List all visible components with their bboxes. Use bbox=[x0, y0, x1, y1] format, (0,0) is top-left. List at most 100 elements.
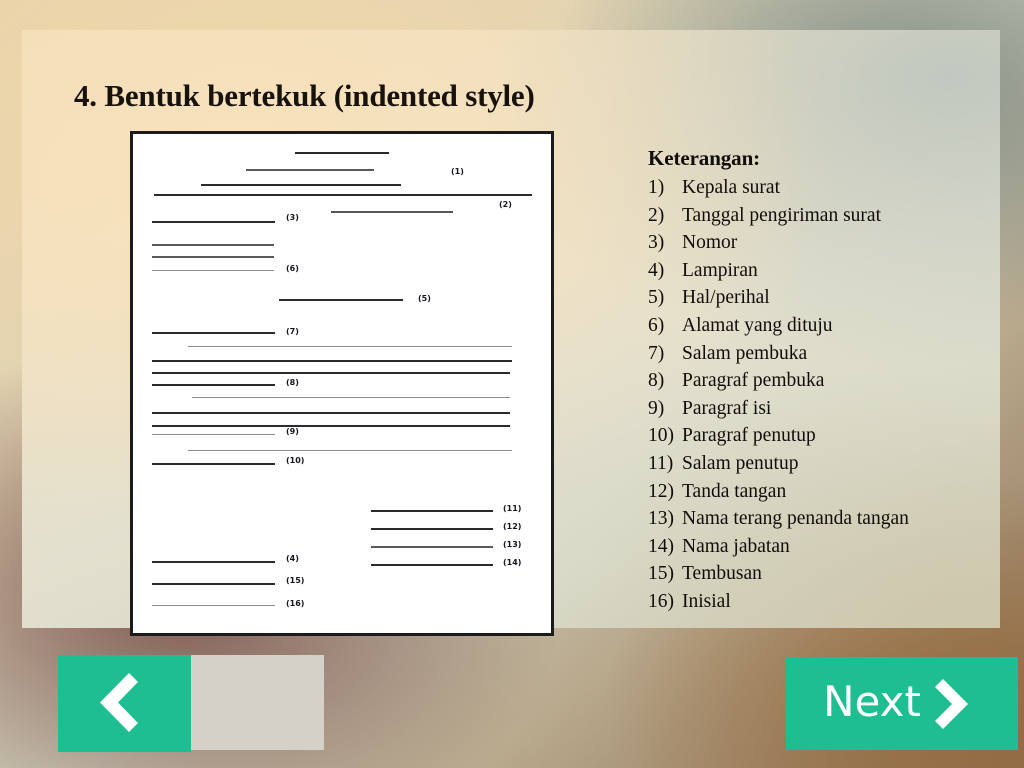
diagram-rule bbox=[152, 463, 275, 465]
diagram-rule bbox=[371, 564, 493, 566]
nav-placeholder-panel bbox=[191, 655, 324, 750]
list-item-number: 10) bbox=[648, 425, 674, 447]
list-item-label: Tanda tangan bbox=[682, 480, 787, 502]
list-item-label: Nama terang penanda tangan bbox=[682, 508, 909, 530]
diagram-rule bbox=[295, 152, 389, 154]
diagram-marker-3: (3) bbox=[286, 213, 299, 222]
diagram-rule bbox=[152, 244, 274, 246]
diagram-marker-11: (11) bbox=[503, 504, 522, 513]
diagram-marker-2: (2) bbox=[499, 200, 512, 209]
diagram-rule bbox=[154, 194, 532, 196]
list-item-number: 8) bbox=[648, 370, 665, 392]
list-item: 15) Tembusan bbox=[648, 560, 994, 588]
list-item-label: Tembusan bbox=[682, 563, 762, 585]
list-item: 6) Alamat yang dituju bbox=[648, 312, 994, 340]
list-item: 14) Nama jabatan bbox=[648, 533, 994, 561]
list-item-label: Nomor bbox=[682, 232, 738, 254]
list-item-number: 14) bbox=[648, 535, 674, 557]
diagram-rule bbox=[331, 211, 453, 213]
diagram-rule bbox=[152, 412, 510, 414]
list-item-label: Paragraf penutup bbox=[682, 425, 816, 447]
list-item-number: 3) bbox=[648, 232, 665, 254]
list-item-number: 2) bbox=[648, 204, 665, 226]
diagram-marker-5: (5) bbox=[418, 294, 431, 303]
list-item-number: 9) bbox=[648, 397, 665, 419]
diagram-marker-12: (12) bbox=[503, 522, 522, 531]
diagram-rule bbox=[152, 332, 275, 334]
list-item-label: Nama jabatan bbox=[682, 535, 790, 557]
list-item: 9) Paragraf isi bbox=[648, 395, 994, 423]
list-item: 1) Kepala surat bbox=[648, 174, 994, 202]
list-item: 3) Nomor bbox=[648, 229, 994, 257]
diagram-rule bbox=[201, 184, 401, 186]
list-item-number: 15) bbox=[648, 563, 674, 585]
next-button[interactable]: Next bbox=[786, 657, 1018, 750]
diagram-rule bbox=[192, 397, 510, 398]
diagram-marker-10: (10) bbox=[286, 456, 305, 465]
diagram-rule bbox=[152, 270, 274, 271]
diagram-rule bbox=[371, 528, 493, 530]
diagram-rule bbox=[152, 605, 275, 606]
list-item: 13) Nama terang penanda tangan bbox=[648, 505, 994, 533]
list-item-number: 12) bbox=[648, 480, 674, 502]
list-item-label: Lampiran bbox=[682, 259, 758, 281]
diagram-marker-15: (15) bbox=[286, 576, 305, 585]
next-button-label: Next bbox=[823, 676, 921, 726]
diagram-rule bbox=[152, 434, 275, 435]
list-item-label: Tanggal pengiriman surat bbox=[682, 204, 881, 226]
diagram-rule bbox=[152, 372, 510, 374]
list-item-number: 16) bbox=[648, 590, 674, 612]
list-item: 12) Tanda tangan bbox=[648, 478, 994, 506]
diagram-marker-1: (1) bbox=[451, 167, 464, 176]
list-item-label: Paragraf isi bbox=[682, 397, 772, 419]
diagram-rule bbox=[152, 256, 274, 258]
diagram-rule bbox=[371, 546, 493, 548]
list-item-number: 13) bbox=[648, 508, 674, 530]
diagram-rule bbox=[152, 425, 510, 427]
list-item: 11) Salam penutup bbox=[648, 450, 994, 478]
list-item: 8) Paragraf pembuka bbox=[648, 367, 994, 395]
list-item-number: 6) bbox=[648, 314, 665, 336]
list-item-number: 7) bbox=[648, 342, 665, 364]
letter-layout-diagram: (1) (2) (3) (6) (5) (7) (8) (9) (10) (11) (12) (13)… bbox=[130, 131, 554, 636]
list-item-number: 5) bbox=[648, 287, 665, 309]
chevron-right-icon bbox=[934, 678, 968, 729]
list-item-label: Hal/perihal bbox=[682, 287, 770, 309]
diagram-marker-14: (14) bbox=[503, 558, 522, 567]
list-item: 5) Hal/perihal bbox=[648, 284, 994, 312]
list-item-label: Inisial bbox=[682, 590, 731, 612]
list-item-label: Kepala surat bbox=[682, 177, 780, 198]
list-item-label: Salam pembuka bbox=[682, 342, 808, 364]
diagram-rule bbox=[152, 561, 275, 563]
diagram-rule bbox=[152, 583, 275, 585]
list-item-label: Alamat yang dituju bbox=[682, 314, 833, 336]
diagram-marker-9: (9) bbox=[286, 427, 299, 436]
list-item-label: Salam penutup bbox=[682, 452, 799, 474]
diagram-rule bbox=[371, 510, 493, 512]
list-item-number: 4) bbox=[648, 259, 665, 281]
diagram-marker-13: (13) bbox=[503, 540, 522, 549]
diagram-marker-6: (6) bbox=[286, 264, 299, 273]
list-item: 10) Paragraf penutup bbox=[648, 422, 994, 450]
diagram-rule bbox=[246, 169, 374, 171]
list-item: 2) Tanggal pengiriman surat bbox=[648, 202, 994, 230]
list-item-number: 11) bbox=[648, 452, 674, 474]
diagram-marker-16: (16) bbox=[286, 599, 305, 608]
diagram-rule bbox=[279, 299, 403, 301]
keterangan-list: 1) Kepala surat 2) Tanggal pengiriman surat… bbox=[648, 174, 994, 616]
page-title: 4. Bentuk bertekuk (indented style) bbox=[74, 78, 535, 113]
list-item: 16) Inisial bbox=[648, 588, 994, 616]
diagram-rule bbox=[152, 384, 275, 386]
diagram-rule bbox=[152, 360, 512, 362]
diagram-marker-8: (8) bbox=[286, 378, 299, 387]
diagram-rule bbox=[188, 450, 512, 451]
list-item-label: Paragraf pembuka bbox=[682, 370, 825, 392]
diagram-marker-4: (4) bbox=[286, 554, 299, 563]
list-item: 4) Lampiran bbox=[648, 257, 994, 285]
keterangan-heading: Keterangan: bbox=[648, 146, 761, 170]
back-button[interactable] bbox=[58, 655, 191, 752]
chevron-left-icon bbox=[100, 673, 138, 732]
diagram-marker-7: (7) bbox=[286, 327, 299, 336]
list-item-number: 1) bbox=[648, 177, 665, 198]
diagram-rule bbox=[152, 221, 275, 223]
